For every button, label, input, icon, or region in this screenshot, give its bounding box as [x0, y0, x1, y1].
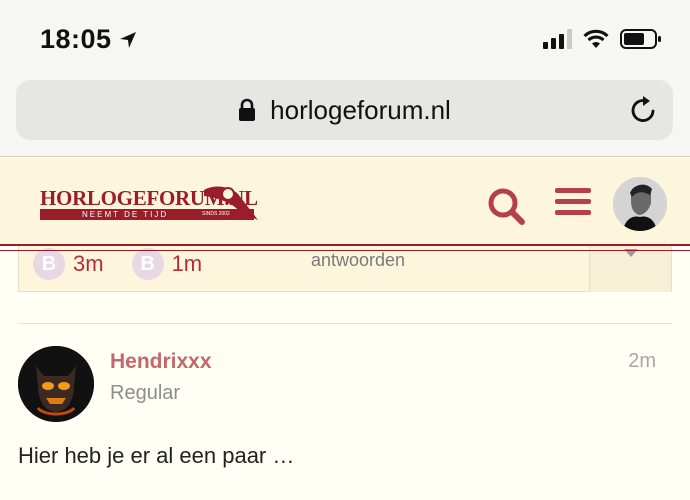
watch-logo-icon: [204, 186, 258, 220]
user-badge-avatar: B: [131, 248, 164, 280]
battery-icon: [620, 29, 661, 49]
browser-chrome: 18:05 horlogeforum.nl: [0, 0, 690, 157]
topic-map-last-reply[interactable]: B 1m: [131, 248, 203, 280]
last-reply-age: 1m: [171, 251, 203, 276]
post-separator: [18, 323, 672, 324]
topic-map-stats: B 3m B 1m: [33, 248, 202, 280]
status-bar: 18:05: [0, 0, 690, 80]
status-time-text: 18:05: [40, 24, 112, 54]
hamburger-menu-icon[interactable]: [555, 186, 591, 218]
topic-map-created[interactable]: B 3m: [33, 248, 104, 280]
status-time: 18:05: [40, 24, 138, 55]
current-user-avatar[interactable]: [613, 177, 667, 231]
address-bar[interactable]: horlogeforum.nl: [16, 80, 673, 140]
replies-label: antwoorden: [311, 250, 406, 270]
post-user-title: Regular: [110, 382, 181, 404]
wifi-icon: [583, 29, 609, 48]
post-body: Hier heb je er al een paar …: [18, 443, 295, 468]
user-badge-avatar: B: [33, 248, 65, 280]
topic-map: B 3m B 1m antwoorden: [18, 238, 672, 292]
search-icon[interactable]: [486, 186, 526, 226]
post-author-avatar[interactable]: [18, 346, 94, 422]
post-date[interactable]: 2m: [628, 350, 656, 373]
reload-icon[interactable]: [627, 94, 659, 126]
site-logo[interactable]: HORLOGEFORUM.NL NEEMT DE TIJD SINDS 2002: [40, 182, 260, 224]
url-display[interactable]: horlogeforum.nl: [16, 80, 673, 140]
topic-map-expand-button[interactable]: [589, 238, 671, 292]
cellular-signal-icon: [543, 29, 572, 49]
created-age: 3m: [73, 251, 104, 276]
monster-avatar-icon: [18, 346, 94, 422]
lock-icon: [239, 98, 256, 121]
url-text: horlogeforum.nl: [270, 94, 451, 125]
status-icons: [543, 28, 662, 50]
post-username[interactable]: Hendrixxx: [110, 350, 212, 374]
user-portrait-icon: [613, 177, 667, 231]
logo-tagline: NEEMT DE TIJD: [82, 210, 169, 219]
location-arrow-icon: [119, 31, 136, 48]
